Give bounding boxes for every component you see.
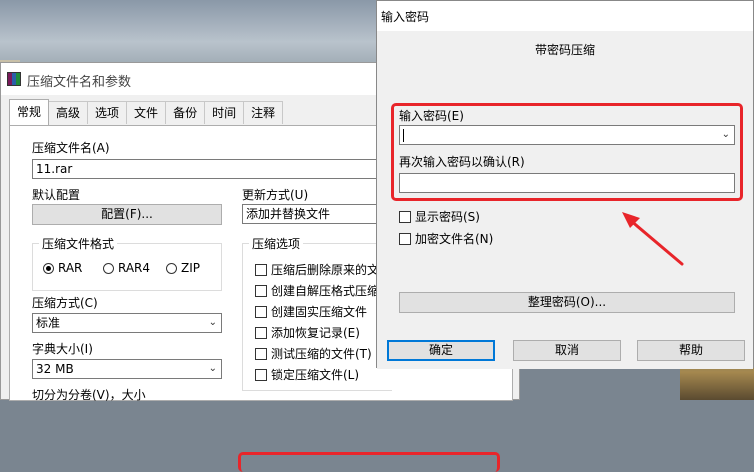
red-arrow-icon	[622, 212, 684, 266]
show-password-checkbox[interactable]: 显示密码(S)	[399, 208, 480, 225]
solid-label: 创建固实压缩文件	[271, 305, 368, 319]
chevron-down-icon: ⌄	[208, 317, 217, 328]
winrar-icon	[7, 72, 21, 86]
format-group-label: 压缩文件格式	[39, 235, 118, 252]
reenter-password-label: 再次输入密码以确认(R)	[399, 155, 525, 169]
chevron-down-icon: ⌄	[208, 363, 217, 374]
compression-method-select[interactable]: 标准 ⌄	[32, 313, 222, 333]
checkbox-icon	[399, 232, 411, 245]
show-password-label: 显示密码(S)	[415, 210, 480, 224]
help-button[interactable]: 帮助	[637, 340, 745, 361]
cancel-button[interactable]: 取消	[513, 340, 621, 361]
test-files-checkbox[interactable]: 测试压缩的文件(T)	[255, 345, 372, 362]
enter-password-dialog: 输入密码 带密码压缩 输入密码(E) ⌄ 再次输入密码以确认(R) 显示密码(S…	[376, 0, 754, 369]
tab-files[interactable]: 文件	[126, 101, 167, 124]
radio-selected-icon	[43, 262, 54, 274]
delete-after-label: 压缩后删除原来的文	[271, 263, 380, 277]
options-group: 压缩选项 压缩后删除原来的文 创建自解压格式压缩 创建固实压缩文件 添加恢复记录…	[242, 235, 392, 391]
format-group: 压缩文件格式 RAR RAR4 ZIP	[32, 235, 222, 291]
tab-time[interactable]: 时间	[204, 101, 245, 124]
organize-passwords-button[interactable]: 整理密码(O)...	[399, 292, 735, 313]
reenter-password-input[interactable]	[399, 173, 735, 193]
radio-icon	[166, 262, 177, 274]
highlight-box-bottom	[238, 452, 500, 472]
checkbox-icon	[255, 305, 267, 318]
test-files-label: 测试压缩的文件(T)	[271, 347, 372, 361]
password-dialog-title: 输入密码	[381, 10, 430, 24]
format-rar4-label: RAR4	[118, 261, 151, 275]
enter-password-label: 输入密码(E)	[399, 109, 464, 123]
sfx-checkbox[interactable]: 创建自解压格式压缩	[255, 282, 379, 299]
checkbox-icon	[255, 326, 267, 339]
password-dialog-titlebar[interactable]: 输入密码	[377, 1, 753, 31]
text-caret	[403, 129, 404, 142]
checkbox-icon	[255, 263, 267, 276]
lock-archive-label: 锁定压缩文件(L)	[271, 368, 360, 382]
format-rar-label: RAR	[58, 261, 83, 275]
checkbox-icon	[399, 210, 411, 223]
update-mode-label: 更新方式(U)	[242, 188, 309, 202]
enter-password-input[interactable]: ⌄	[399, 125, 735, 145]
dictionary-size-select[interactable]: 32 MB ⌄	[32, 359, 222, 379]
profiles-button[interactable]: 配置(F)...	[32, 204, 222, 225]
encrypt-filenames-checkbox[interactable]: 加密文件名(N)	[399, 230, 493, 247]
solid-checkbox[interactable]: 创建固实压缩文件	[255, 303, 367, 320]
format-zip-label: ZIP	[181, 261, 200, 275]
checkbox-icon	[255, 284, 267, 297]
sfx-label: 创建自解压格式压缩	[271, 284, 380, 298]
tab-comment[interactable]: 注释	[243, 101, 284, 124]
chevron-down-icon[interactable]: ⌄	[722, 126, 730, 144]
tab-backup[interactable]: 备份	[165, 101, 206, 124]
format-radio-zip[interactable]: ZIP	[166, 261, 200, 275]
password-dialog-body: 带密码压缩 输入密码(E) ⌄ 再次输入密码以确认(R) 显示密码(S) 加密文…	[377, 31, 753, 369]
password-dialog-subtitle: 带密码压缩	[535, 43, 596, 57]
lock-archive-checkbox[interactable]: 锁定压缩文件(L)	[255, 366, 359, 383]
delete-after-checkbox[interactable]: 压缩后删除原来的文	[255, 261, 379, 278]
archive-dialog-title: 压缩文件名和参数	[27, 75, 132, 90]
checkbox-icon	[255, 347, 267, 360]
recovery-record-label: 添加恢复记录(E)	[271, 326, 360, 340]
split-volumes-label: 切分为分卷(V)，大小	[32, 388, 146, 402]
compression-method-label: 压缩方式(C)	[32, 296, 98, 310]
update-mode-value: 添加并替换文件	[246, 207, 331, 221]
recovery-record-checkbox[interactable]: 添加恢复记录(E)	[255, 324, 360, 341]
radio-icon	[103, 262, 114, 274]
ok-button[interactable]: 确定	[387, 340, 495, 361]
format-radio-rar4[interactable]: RAR4	[103, 261, 150, 275]
tab-options[interactable]: 选项	[87, 101, 128, 124]
archive-name-label: 压缩文件名(A)	[32, 141, 110, 155]
tab-advanced[interactable]: 高级	[48, 101, 89, 124]
options-group-label: 压缩选项	[249, 235, 304, 252]
dictionary-size-label: 字典大小(I)	[32, 342, 93, 356]
dictionary-size-value: 32 MB	[36, 362, 74, 376]
default-profile-label: 默认配置	[32, 188, 81, 202]
format-radio-rar[interactable]: RAR	[43, 261, 82, 275]
tab-general[interactable]: 常规	[9, 99, 50, 125]
compression-method-value: 标准	[36, 316, 61, 330]
tab-bar: 常规 高级 选项 文件 备份 时间 注释	[9, 99, 284, 125]
encrypt-filenames-label: 加密文件名(N)	[415, 232, 494, 246]
checkbox-icon	[255, 368, 267, 381]
